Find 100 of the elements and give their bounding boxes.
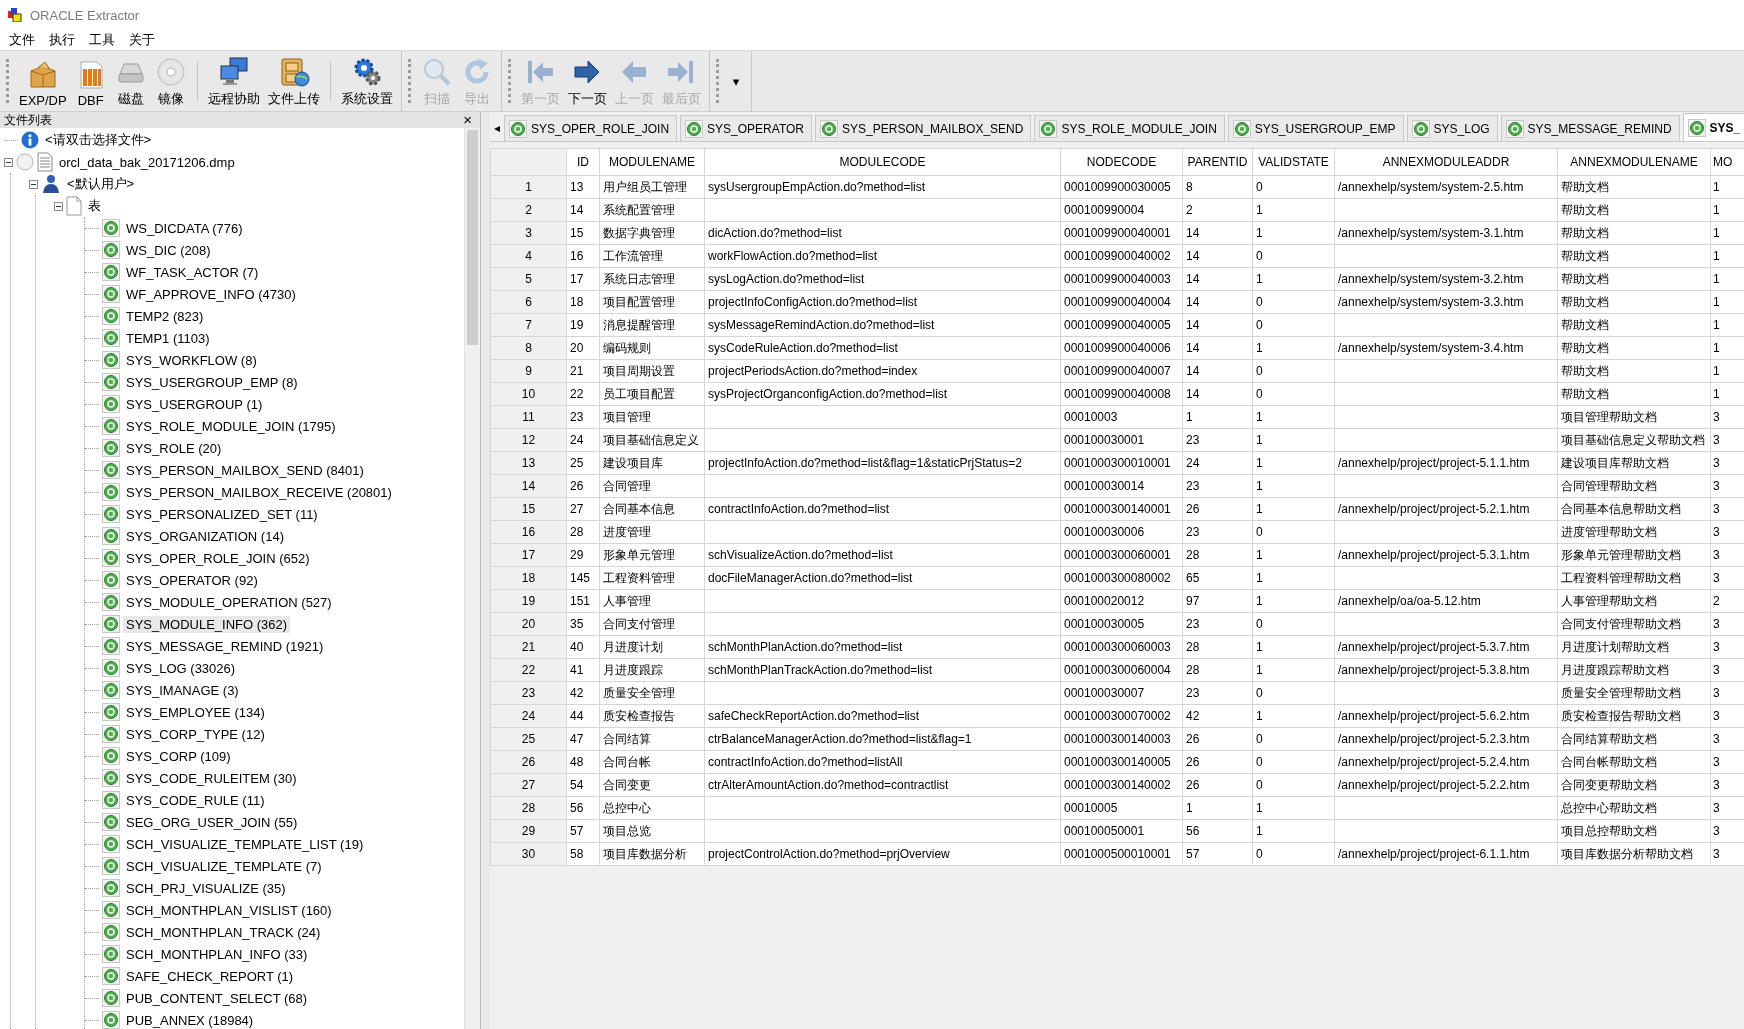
row-number[interactable]: 18 (490, 566, 567, 590)
close-button[interactable]: × (459, 113, 476, 127)
tree-item[interactable]: <请双击选择文件> (42, 130, 155, 150)
tree-item[interactable]: SCH_VISUALIZE_TEMPLATE (7) (123, 857, 325, 875)
tree-item[interactable]: SYS_ROLE (20) (123, 439, 225, 457)
tree-item[interactable]: PUB_CONTENT_SELECT (68) (123, 989, 311, 1007)
tree-item[interactable]: SEG_ORG_USER_JOIN (55) (123, 813, 301, 831)
row-number[interactable]: 6 (490, 290, 567, 314)
tree-item[interactable]: WF_TASK_ACTOR (7) (123, 263, 262, 281)
tree-item[interactable]: WS_DICDATA (776) (123, 219, 246, 237)
tab[interactable]: SYS_PERSON_MAILBOX_SEND (815, 115, 1032, 141)
row-number[interactable]: 1 (490, 175, 567, 199)
row-number[interactable]: 2 (490, 198, 567, 222)
column-header[interactable]: ID (566, 148, 600, 176)
tree-item[interactable]: TEMP1 (1103) (123, 329, 213, 347)
tree-item[interactable]: SYS_CODE_RULEITEM (30) (123, 769, 300, 787)
tab[interactable]: SYS_ (1682, 113, 1744, 141)
row-number[interactable]: 5 (490, 267, 567, 291)
tree-item[interactable]: SYS_MODULE_INFO (362) (123, 615, 291, 633)
column-header[interactable]: MODULECODE (704, 148, 1061, 176)
row-number[interactable]: 27 (490, 773, 567, 797)
row-number[interactable]: 23 (490, 681, 567, 705)
tree-item[interactable]: SYS_ROLE_MODULE_JOIN (1795) (123, 417, 339, 435)
collapse-toggle[interactable] (29, 179, 38, 189)
tab[interactable]: SYS_LOG (1406, 115, 1498, 141)
toolbar-button[interactable]: EXP/DP (15, 51, 71, 111)
tree-item[interactable]: SCH_MONTHPLAN_VISLIST (160) (123, 901, 335, 919)
tab[interactable]: SYS_OPER_ROLE_JOIN (504, 115, 678, 141)
tree-item[interactable]: SYS_USERGROUP (1) (123, 395, 266, 413)
column-header[interactable]: ANNEXMODULEADDR (1334, 148, 1558, 176)
scrollbar-thumb[interactable] (467, 130, 478, 345)
row-number[interactable]: 7 (490, 313, 567, 337)
tree-item[interactable]: 表 (85, 196, 104, 216)
tree-item[interactable]: SAFE_CHECK_REPORT (1) (123, 967, 297, 985)
tree-item[interactable]: SCH_MONTHPLAN_INFO (33) (123, 945, 311, 963)
tree-item[interactable]: SYS_PERSON_MAILBOX_SEND (8401) (123, 461, 367, 479)
tree-item[interactable]: TEMP2 (823) (123, 307, 207, 325)
row-number[interactable]: 26 (490, 750, 567, 774)
tree-item[interactable]: SYS_CODE_RULE (11) (123, 791, 268, 809)
toolbar-button[interactable]: 下一页 (563, 51, 611, 111)
tree-item[interactable]: PUB_ANNEX (18984) (123, 1011, 257, 1029)
row-number[interactable]: 3 (490, 221, 567, 245)
row-number[interactable]: 9 (490, 359, 567, 383)
tree-item[interactable]: SYS_USERGROUP_EMP (8) (123, 373, 301, 391)
tree-item[interactable]: SCH_PRJ_VISUALIZE (35) (123, 879, 289, 897)
row-number[interactable]: 29 (490, 819, 567, 843)
toolbar-button[interactable]: 磁盘 (110, 51, 151, 111)
tree-item[interactable]: SYS_WORKFLOW (8) (123, 351, 260, 369)
row-number[interactable]: 14 (490, 474, 567, 498)
tree-item[interactable]: orcl_data_bak_20171206.dmp (56, 153, 238, 171)
tree-item[interactable]: SCH_MONTHPLAN_TRACK (24) (123, 923, 324, 941)
toolbar-button[interactable]: DBF (70, 51, 111, 111)
menu-item[interactable]: 工具 (84, 31, 120, 49)
tab-scroll-button[interactable]: ◂ (490, 121, 505, 141)
row-number[interactable]: 19 (490, 589, 567, 613)
row-number[interactable]: 25 (490, 727, 567, 751)
tree-item[interactable]: SYS_CORP (109) (123, 747, 234, 765)
row-number[interactable]: 16 (490, 520, 567, 544)
tab[interactable]: SYS_USERGROUP_EMP (1227, 115, 1404, 141)
row-number[interactable]: 17 (490, 543, 567, 567)
toolbar-grip[interactable] (715, 59, 719, 103)
tree-item[interactable]: SYS_LOG (33026) (123, 659, 239, 677)
tree-item[interactable]: SYS_PERSON_MAILBOX_RECEIVE (20801) (123, 483, 395, 501)
toolbar-button[interactable]: 镜像 (150, 51, 191, 111)
row-number[interactable]: 28 (490, 796, 567, 820)
row-number[interactable]: 22 (490, 658, 567, 682)
tree-item[interactable]: SYS_CORP_TYPE (12) (123, 725, 268, 743)
collapse-toggle[interactable] (54, 201, 63, 211)
tree-item[interactable]: <默认用户> (64, 174, 138, 194)
tab[interactable]: SYS_ROLE_MODULE_JOIN (1034, 115, 1225, 141)
tree-item[interactable]: SYS_MODULE_OPERATION (527) (123, 593, 335, 611)
column-header[interactable]: VALIDSTATE (1252, 148, 1335, 176)
tree-item[interactable]: WF_APPROVE_INFO (4730) (123, 285, 299, 303)
row-number[interactable]: 15 (490, 497, 567, 521)
tree-item[interactable]: SYS_ORGANIZATION (14) (123, 527, 287, 545)
tree-item[interactable]: SYS_MESSAGE_REMIND (1921) (123, 637, 327, 655)
row-number[interactable]: 8 (490, 336, 567, 360)
toolbar-button[interactable]: 远程协助 (203, 51, 264, 111)
column-header[interactable]: NODECODE (1060, 148, 1183, 176)
toolbar-grip[interactable] (6, 59, 9, 103)
row-number[interactable]: 10 (490, 382, 567, 406)
row-number[interactable]: 30 (490, 842, 567, 866)
scrollbar[interactable] (464, 128, 480, 1029)
tree-item[interactable]: SYS_EMPLOYEE (134) (123, 703, 268, 721)
column-header[interactable]: ANNEXMODULENAME (1557, 148, 1711, 176)
tab[interactable]: SYS_OPERATOR (680, 115, 812, 141)
toolbar-button[interactable]: 文件上传 (263, 51, 324, 111)
tree-item[interactable]: SYS_OPERATOR (92) (123, 571, 261, 589)
tree-item[interactable]: SYS_OPER_ROLE_JOIN (652) (123, 549, 313, 567)
row-number[interactable]: 21 (490, 635, 567, 659)
collapse-toggle[interactable] (4, 157, 13, 167)
tree-item[interactable]: SCH_VISUALIZE_TEMPLATE_LIST (19) (123, 835, 367, 853)
row-number[interactable]: 11 (490, 405, 567, 429)
menu-item[interactable]: 关于 (124, 31, 160, 49)
toolbar-overflow-button[interactable]: ▾ (724, 73, 748, 89)
column-header[interactable]: PARENTID (1182, 148, 1253, 176)
row-number[interactable]: 20 (490, 612, 567, 636)
tab[interactable]: SYS_MESSAGE_REMIND (1500, 115, 1680, 141)
row-number[interactable]: 13 (490, 451, 567, 475)
toolbar-grip[interactable] (507, 59, 511, 103)
